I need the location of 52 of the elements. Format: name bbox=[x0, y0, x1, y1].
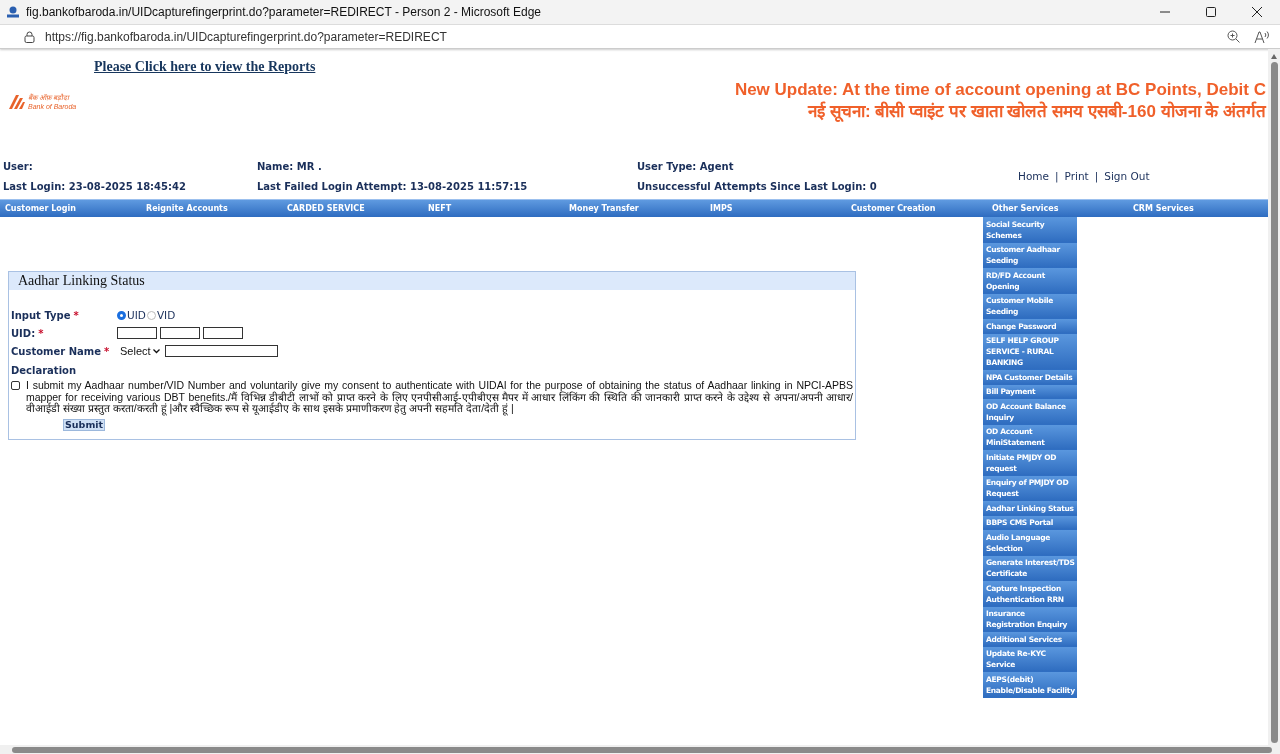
lock-icon[interactable] bbox=[24, 30, 35, 43]
field-label: UID: bbox=[11, 327, 36, 339]
nav-tab[interactable]: Customer Creation bbox=[846, 200, 987, 217]
logo-icon bbox=[8, 94, 26, 110]
required-mark: * bbox=[104, 345, 110, 357]
uid-input-field[interactable] bbox=[160, 327, 200, 339]
section-heading: Declaration bbox=[11, 365, 78, 376]
user-info-text: Unsuccessful Attempts Since Last Login: 0 bbox=[637, 180, 878, 192]
nav-tab[interactable]: IMPS bbox=[705, 200, 846, 217]
radio-label[interactable]: UID bbox=[127, 309, 146, 321]
radio-button[interactable] bbox=[146, 310, 156, 320]
radio-label[interactable]: VID bbox=[156, 309, 176, 321]
read-aloud-icon[interactable] bbox=[1254, 29, 1270, 44]
nav-tab[interactable]: Money Transfer bbox=[564, 200, 705, 217]
window-title: fig.bankofbaroda.in/UIDcapturefingerprint.do?parameter=REDIRECT - Person 2 - Microsoft Edge bbox=[26, 5, 543, 19]
nav-tab[interactable]: Customer Login bbox=[0, 200, 141, 217]
nav-tab[interactable]: NEFT bbox=[423, 200, 564, 217]
required-mark: * bbox=[73, 309, 79, 321]
salutation-dropdown[interactable]: Select bbox=[118, 345, 162, 357]
zoom-icon[interactable] bbox=[1227, 30, 1240, 43]
nav-tab[interactable]: CRM Services bbox=[1128, 200, 1268, 217]
separator-text: | bbox=[1094, 170, 1099, 182]
submit-button[interactable]: Submit bbox=[63, 418, 106, 431]
nav-tab[interactable]: CARDED SERVICE bbox=[282, 200, 423, 217]
separator-text: | bbox=[1055, 170, 1059, 182]
required-mark: * bbox=[38, 327, 44, 339]
news-ticker-text: New Update: At the time of account opening at BC Points, Debit C bbox=[734, 79, 1266, 101]
user-info-text: Last Login: 23-08-2025 18:45:42 bbox=[3, 180, 187, 192]
panel-title: Aadhar Linking Status bbox=[9, 272, 855, 290]
site-icon bbox=[6, 6, 20, 18]
customer-name-field[interactable] bbox=[164, 345, 278, 357]
horizontal-scrollbar[interactable] bbox=[12, 746, 1272, 753]
user-info-text: User: bbox=[3, 160, 34, 172]
caret-icon[interactable] bbox=[152, 348, 160, 354]
header-link[interactable]: Sign Out bbox=[1104, 170, 1150, 182]
reports-link[interactable]: Please Click here to view the Reports bbox=[94, 59, 316, 75]
declaration-text: I submit my Aadhaar number/VID Number and voluntarily give my consent to authenticate with UIDAI for the purpose of obtaining the status of Aadhaar linking in NPCI-APBS mapper for receiving various DBT benefits./मैं विभिन्न डीबीटी लाभों को प्राप्त करने के लिए एनपीसीआई-एपीबीएस मैपर में आधार लिंकिंग की स्थिति की जानकारी प्राप्त करने के उद्देश्य से अपना/अपनी आधार/ वीआईडी संख्या प्रस्तुत करता/करती हूं |और स्वैच्छिक रूप से यूआईडीए के साथ इसके प्रमाणीकरण हेतु अपनी सहमति देता/देती हूं | bbox=[26, 380, 853, 415]
header-link[interactable]: Home bbox=[1018, 170, 1049, 182]
uid-input-field[interactable] bbox=[117, 327, 157, 339]
header-link[interactable]: Print bbox=[1064, 170, 1089, 182]
uid-input-field[interactable] bbox=[203, 327, 243, 339]
field-label: Customer Name bbox=[11, 345, 101, 357]
user-info-text: Name: MR . bbox=[257, 160, 323, 172]
news-ticker-text: नई सूचना: बीसी प्वाइंट पर खाता खोलते समय एसबी-160 योजना के अंतर्गत bbox=[808, 101, 1266, 123]
user-info-text: User Type: Agent bbox=[637, 160, 735, 172]
field-label: Input Type bbox=[11, 309, 71, 321]
consent-checkbox[interactable] bbox=[11, 381, 20, 390]
radio-button[interactable] bbox=[117, 310, 126, 320]
nav-tab[interactable]: Reignite Accounts bbox=[141, 200, 282, 217]
url-field[interactable]: https://fig.bankofbaroda.in/UIDcapturefingerprint.do?parameter=REDIRECT bbox=[45, 29, 1213, 44]
user-info-text: Last Failed Login Attempt: 13-08-2025 11:57:15 bbox=[257, 180, 529, 192]
vertical-scrollbar[interactable] bbox=[1270, 62, 1278, 743]
